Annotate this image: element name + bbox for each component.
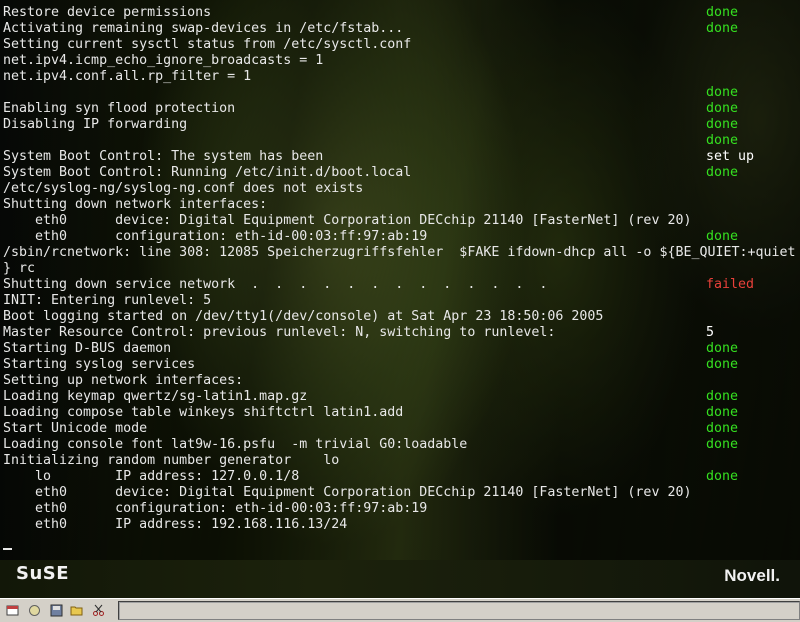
console-line: eth0 device: Digital Equipment Corporati… bbox=[3, 213, 692, 228]
status-done: done bbox=[706, 341, 739, 356]
console-line: Shutting down network interfaces: bbox=[3, 197, 268, 212]
taskbar-window-button[interactable] bbox=[118, 601, 800, 620]
console-line: eth0 configuration: eth-id-00:03:ff:97:a… bbox=[3, 501, 428, 516]
console-line: /sbin/rcnetwork: line 308: 12085 Speiche… bbox=[3, 245, 796, 260]
status-white: 5 bbox=[706, 325, 715, 340]
text-cursor bbox=[3, 548, 12, 550]
console-line: eth0 configuration: eth-id-00:03:ff:97:a… bbox=[3, 229, 428, 244]
console-line: Disabling IP forwarding bbox=[3, 117, 188, 132]
console-line: Start Unicode mode bbox=[3, 421, 148, 436]
brand-bar bbox=[0, 560, 800, 598]
status-done: done bbox=[706, 85, 739, 100]
disk-icon[interactable] bbox=[50, 604, 63, 617]
console-line: Starting D-BUS daemon bbox=[3, 341, 172, 356]
console-line: Loading console font lat9w-16.psfu -m tr… bbox=[3, 437, 468, 452]
status-done: done bbox=[706, 21, 739, 36]
status-done: done bbox=[706, 117, 739, 132]
console-line: lo IP address: 127.0.0.1/8 bbox=[3, 469, 300, 484]
console-line: Shutting down service network . . . . . … bbox=[3, 277, 548, 292]
status-done: done bbox=[706, 101, 739, 116]
console-line: System Boot Control: The system has been bbox=[3, 149, 324, 164]
console-line: Restore device permissions bbox=[3, 5, 212, 20]
console-line: Boot logging started on /dev/tty1(/dev/c… bbox=[3, 309, 604, 324]
console-line: Setting up network interfaces: bbox=[3, 373, 244, 388]
window-icon[interactable] bbox=[6, 604, 19, 617]
console-line: net.ipv4.icmp_echo_ignore_broadcasts = 1 bbox=[3, 53, 324, 68]
scissors-icon[interactable] bbox=[92, 604, 105, 617]
console-line: Starting syslog services bbox=[3, 357, 196, 372]
circle-icon[interactable] bbox=[28, 604, 41, 617]
console-line: Activating remaining swap-devices in /et… bbox=[3, 21, 404, 36]
console-line: eth0 device: Digital Equipment Corporati… bbox=[3, 485, 692, 500]
status-done: done bbox=[706, 405, 739, 420]
suse-logo: SuSE bbox=[16, 563, 70, 584]
status-failed: failed bbox=[706, 277, 755, 292]
status-done: done bbox=[706, 469, 739, 484]
console-line: } rc bbox=[3, 261, 36, 276]
console-line: Master Resource Control: previous runlev… bbox=[3, 325, 556, 340]
console-line: Setting current sysctl status from /etc/… bbox=[3, 37, 412, 52]
status-done: done bbox=[706, 421, 739, 436]
status-done: done bbox=[706, 437, 739, 452]
status-done: done bbox=[706, 165, 739, 180]
status-done: done bbox=[706, 133, 739, 148]
status-done: done bbox=[706, 5, 739, 20]
boot-console: Restore device permissions Activating rem… bbox=[0, 0, 800, 560]
console-line: INIT: Entering runlevel: 5 bbox=[3, 293, 212, 308]
console-line: Loading compose table winkeys shiftctrl … bbox=[3, 405, 404, 420]
status-done: done bbox=[706, 357, 739, 372]
status-done: done bbox=[706, 229, 739, 244]
console-line: /etc/syslog-ng/syslog-ng.conf does not e… bbox=[3, 181, 364, 196]
status-white: set up bbox=[706, 149, 755, 164]
console-line: Enabling syn flood protection bbox=[3, 101, 236, 116]
folder-icon[interactable] bbox=[70, 604, 83, 617]
console-line: net.ipv4.conf.all.rp_filter = 1 bbox=[3, 69, 252, 84]
status-done: done bbox=[706, 389, 739, 404]
console-line: Loading keymap qwertz/sg-latin1.map.gz bbox=[3, 389, 308, 404]
console-line: System Boot Control: Running /etc/init.d… bbox=[3, 165, 412, 180]
console-line: eth0 IP address: 192.168.116.13/24 bbox=[3, 517, 348, 532]
console-line: Initializing random number generator lo bbox=[3, 453, 340, 468]
novell-logo: Novell. bbox=[724, 566, 780, 585]
